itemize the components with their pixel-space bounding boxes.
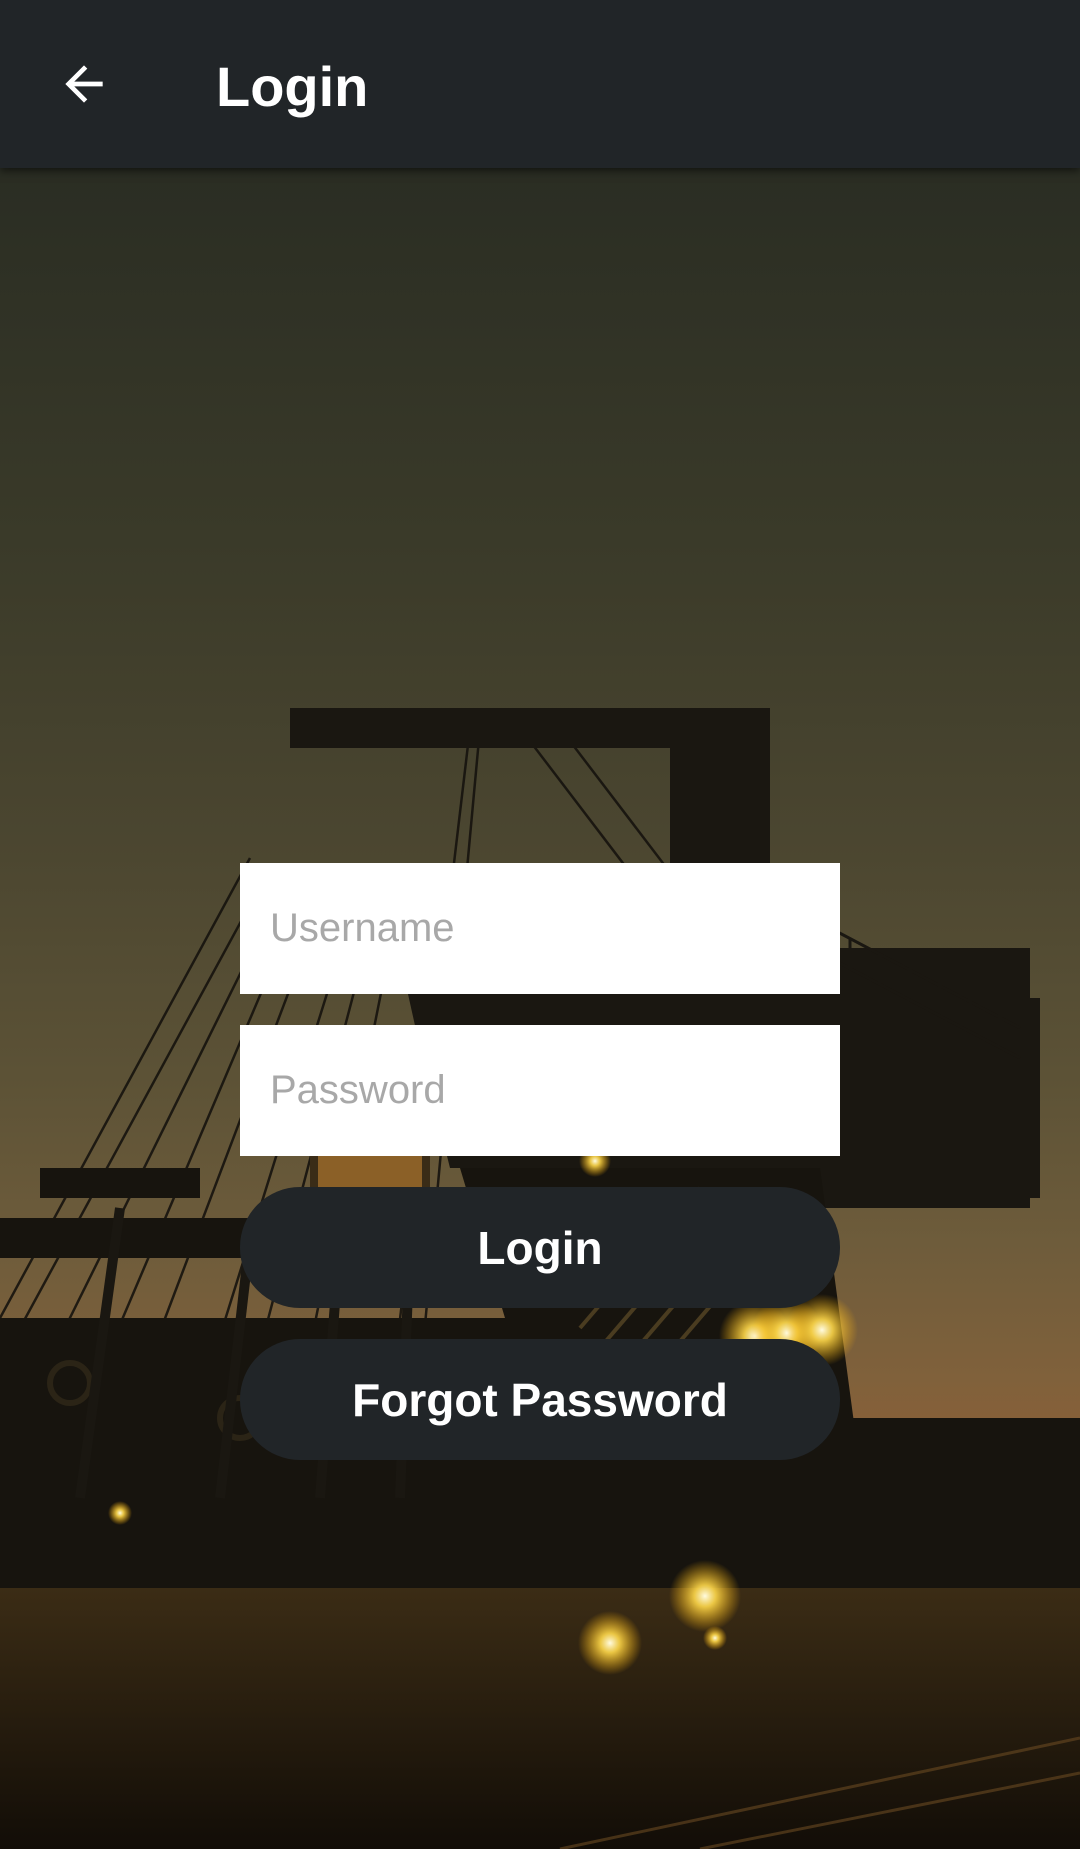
page-title: Login [216, 55, 369, 118]
password-field[interactable] [240, 1025, 840, 1156]
login-form: Login Forgot Password [240, 863, 840, 1460]
username-field[interactable] [240, 863, 840, 994]
background-image: Login Forgot Password [0, 168, 1080, 1849]
forgot-password-button[interactable]: Forgot Password [240, 1339, 840, 1460]
arrow-back-icon [65, 65, 103, 103]
login-button[interactable]: Login [240, 1187, 840, 1308]
app-bar: Login [0, 0, 1080, 168]
back-button[interactable] [44, 44, 124, 124]
